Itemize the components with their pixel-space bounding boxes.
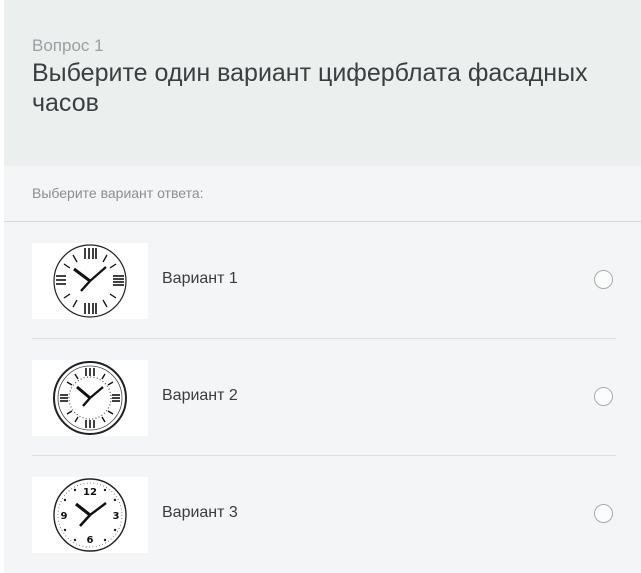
option-label: Вариант 3 bbox=[162, 504, 238, 521]
question-header: Вопрос 1 Выберите один вариант циферблат… bbox=[4, 0, 641, 166]
answer-option-1[interactable]: Вариант 1 bbox=[32, 222, 616, 339]
option-label: Вариант 2 bbox=[162, 387, 238, 404]
svg-text:12: 12 bbox=[83, 487, 97, 498]
answer-hint: Выберите вариант ответа: bbox=[32, 185, 204, 201]
option-image bbox=[32, 360, 148, 436]
answer-option-3[interactable]: 12 6 9 3 Вариант 3 bbox=[32, 456, 616, 573]
option-radio[interactable] bbox=[594, 270, 613, 289]
clock-arabic-icon: 12 6 9 3 bbox=[53, 478, 127, 552]
option-radio[interactable] bbox=[594, 387, 613, 406]
svg-text:3: 3 bbox=[113, 511, 120, 522]
question-text: Выберите один вариант циферблата фасадны… bbox=[32, 59, 588, 117]
svg-text:9: 9 bbox=[61, 511, 68, 522]
clock-roman-bars-icon bbox=[53, 244, 127, 318]
clock-roman-dotted-icon bbox=[53, 361, 127, 435]
svg-text:6: 6 bbox=[87, 535, 94, 546]
option-label: Вариант 1 bbox=[162, 270, 238, 287]
option-image bbox=[32, 243, 148, 319]
question-number: Вопрос 1 bbox=[32, 36, 104, 55]
option-radio[interactable] bbox=[594, 504, 613, 523]
question-card: Вопрос 1 Выберите один вариант циферблат… bbox=[4, 0, 641, 573]
answer-option-2[interactable]: Вариант 2 bbox=[32, 339, 616, 456]
option-image: 12 6 9 3 bbox=[32, 477, 148, 553]
